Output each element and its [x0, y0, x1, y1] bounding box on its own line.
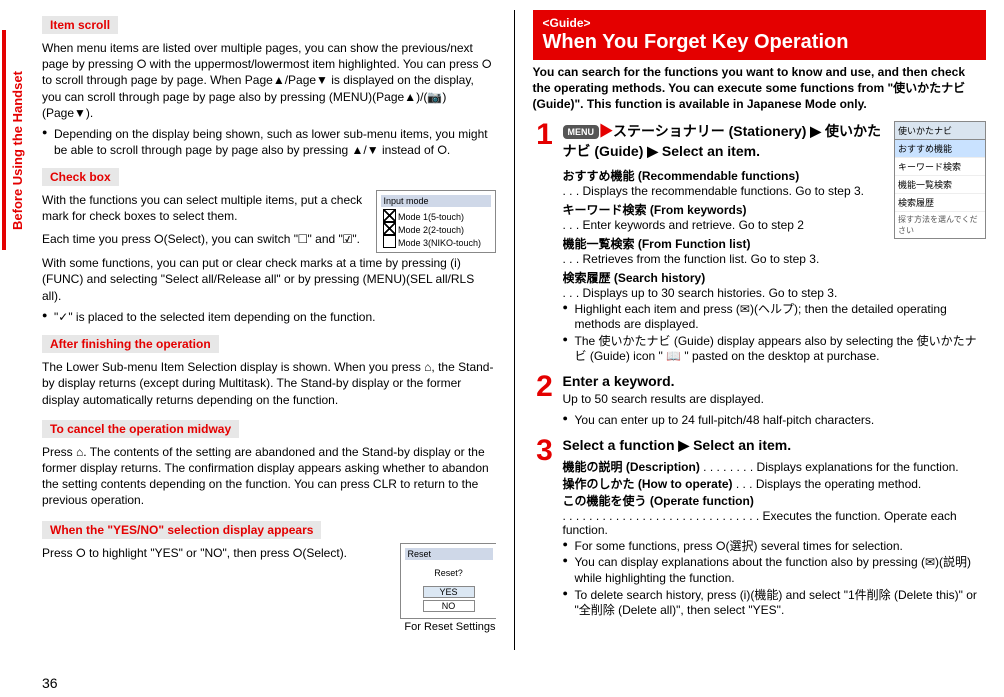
step-num-1: 1	[533, 121, 557, 369]
phone-screenshot: 使いかたナビ おすすめ機能 キーワード検索 機能一覧検索 検索履歴 探す方法を選…	[894, 121, 986, 239]
s1-note-2: The 使いかたナビ (Guide) display appears also …	[563, 334, 987, 365]
check-icon	[383, 222, 396, 235]
s2-text: Up to 50 search results are displayed.	[563, 391, 987, 407]
right-column: <Guide> When You Forget Key Operation Yo…	[533, 10, 987, 650]
screenshot-title: Input mode	[381, 195, 491, 207]
cancel-text: Press ⌂. The contents of the setting are…	[42, 444, 496, 509]
heading-yesno: When the "YES/NO" selection display appe…	[42, 521, 321, 539]
s3-note-1: For some functions, press ⭘(選択) several …	[563, 539, 987, 555]
step3-title: Select a function ▶ Select an item.	[563, 437, 987, 454]
heading-cancel: To cancel the operation midway	[42, 420, 239, 438]
red-bar	[2, 30, 6, 250]
checkbox-screenshot: Input mode Mode 1(5-touch) Mode 2(2-touc…	[376, 190, 496, 253]
step-3: 3 Select a function ▶ Select an item. 機能…	[533, 437, 987, 623]
uncheck-icon	[383, 235, 396, 248]
step-num-3: 3	[533, 437, 557, 623]
item-scroll-text: When menu items are listed over multiple…	[42, 40, 496, 121]
side-tab: Before Using the Handset	[0, 30, 22, 250]
guide-tag: <Guide>	[543, 16, 977, 30]
reset-caption: For Reset Settings	[400, 621, 496, 633]
check-text-2: With some functions, you can put or clea…	[42, 255, 496, 304]
step-1: 1 使いかたナビ おすすめ機能 キーワード検索 機能一覧検索 検索履歴 探す方法…	[533, 121, 987, 369]
heading-after: After finishing the operation	[42, 335, 219, 353]
heading-check-box: Check box	[42, 168, 119, 186]
s3-note-3: To delete search history, press (i)(機能) …	[563, 588, 987, 619]
heading-item-scroll: Item scroll	[42, 16, 118, 34]
item-scroll-note: Depending on the display being shown, su…	[42, 127, 496, 158]
after-text: The Lower Sub-menu Item Selection displa…	[42, 359, 496, 408]
check-note: "✓" is placed to the selected item depen…	[42, 310, 496, 326]
check-icon	[383, 209, 396, 222]
column-divider	[514, 10, 515, 650]
step2-title: Enter a keyword.	[563, 373, 987, 389]
s2-note: You can enter up to 24 full-pitch/48 hal…	[563, 413, 987, 429]
guide-title: When You Forget Key Operation	[543, 30, 977, 54]
step-num-2: 2	[533, 373, 557, 433]
side-tab-label: Before Using the Handset	[10, 71, 25, 230]
reset-screenshot: Reset Reset? YES NO For Reset Settings	[400, 543, 496, 633]
s1-note-1: Highlight each item and press (✉)(ヘルプ); …	[563, 302, 987, 333]
menu-key-icon: MENU	[563, 125, 600, 139]
s3-note-2: You can display explanations about the f…	[563, 555, 987, 586]
step-2: 2 Enter a keyword. Up to 50 search resul…	[533, 373, 987, 433]
left-column: Item scroll When menu items are listed o…	[42, 10, 496, 650]
page-number: 36	[42, 675, 58, 691]
guide-lead: You can search for the functions you wan…	[533, 64, 987, 113]
s3-exec: . . . . . . . . . . . . . . . . . . . . …	[563, 509, 957, 537]
guide-banner: <Guide> When You Forget Key Operation	[533, 10, 987, 60]
